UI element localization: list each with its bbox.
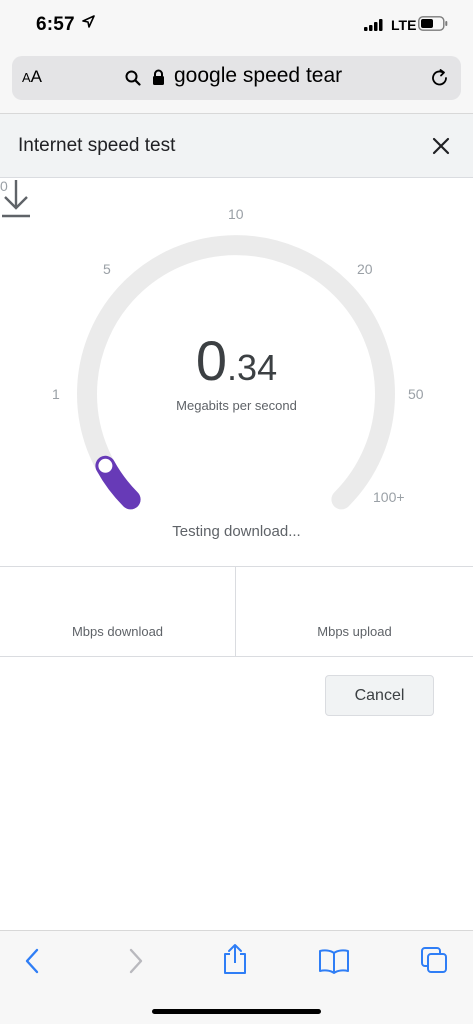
reload-icon[interactable] (430, 68, 450, 88)
gauge-tick-100-plus: 100+ (373, 489, 405, 505)
location-arrow-icon (82, 15, 95, 28)
gauge-tick-5: 5 (103, 261, 111, 277)
bookmarks-icon[interactable] (318, 948, 350, 974)
back-icon[interactable] (22, 947, 44, 975)
url-bar[interactable]: AA google speed tear (12, 56, 461, 100)
cancel-button[interactable]: Cancel (325, 675, 434, 716)
url-text[interactable]: google speed tear (174, 64, 342, 88)
download-result: Mbps download (0, 567, 236, 656)
speed-gauge: 0 1 5 10 20 50 100+ 0.34 Megabits per se… (0, 178, 473, 566)
lock-icon (153, 69, 164, 85)
close-icon[interactable] (430, 135, 452, 157)
panel-title: Internet speed test (18, 135, 176, 156)
forward-icon[interactable] (124, 947, 146, 975)
upload-result: Mbps upload (236, 567, 473, 656)
speed-readout: 0.34 (0, 328, 473, 393)
gauge-tick-20: 20 (357, 261, 373, 277)
text-size-button[interactable]: AA (22, 67, 56, 91)
gauge-tick-10: 10 (228, 206, 244, 222)
status-bar: 6:57 LTE (0, 0, 473, 50)
download-icon (2, 180, 30, 218)
battery-icon (418, 16, 448, 31)
search-icon (125, 70, 141, 86)
browser-top-bar: AA google speed tear (0, 50, 473, 114)
speed-integer: 0 (195, 329, 228, 392)
gauge-needle-knob (96, 456, 115, 475)
panel-header: Internet speed test (0, 114, 473, 178)
download-label: Mbps download (71, 624, 164, 639)
home-indicator (152, 1009, 321, 1014)
results-row: Mbps download Mbps upload (0, 566, 473, 657)
signal-icon (364, 19, 383, 31)
test-status: Testing download... (172, 523, 301, 540)
tabs-icon[interactable] (420, 946, 448, 974)
network-type: LTE (391, 17, 417, 33)
speed-fraction: .34 (227, 347, 278, 388)
share-icon[interactable] (221, 943, 249, 975)
status-time: 6:57 (36, 14, 75, 35)
speed-unit: Megabits per second (176, 398, 297, 413)
upload-label: Mbps upload (317, 624, 392, 639)
